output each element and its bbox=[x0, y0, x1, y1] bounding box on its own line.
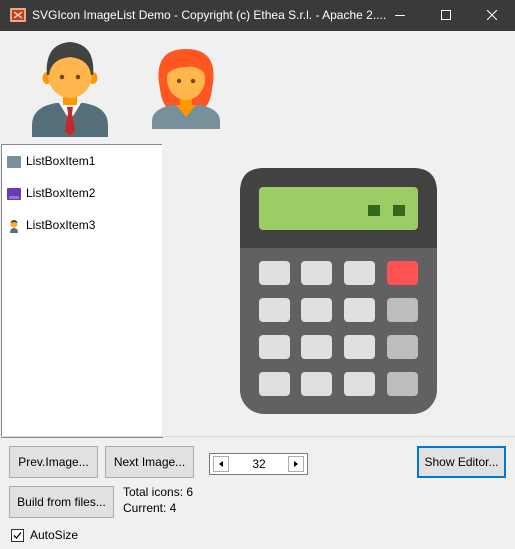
next-image-button[interactable]: Next Image... bbox=[105, 446, 194, 478]
spin-value[interactable]: 32 bbox=[232, 457, 286, 471]
build-from-files-button[interactable]: Build from files... bbox=[9, 486, 114, 518]
autosize-checkbox[interactable] bbox=[11, 529, 24, 542]
close-icon bbox=[487, 10, 497, 20]
maximize-icon bbox=[441, 10, 451, 20]
autosize-label[interactable]: AutoSize bbox=[30, 528, 78, 542]
minimize-icon bbox=[395, 15, 405, 16]
image-preview bbox=[162, 144, 515, 436]
list-item[interactable]: ListBoxItem3 bbox=[2, 214, 160, 238]
close-button[interactable] bbox=[469, 0, 515, 31]
top-icon-panel bbox=[0, 31, 515, 144]
size-spin-edit[interactable]: 32 bbox=[209, 453, 308, 475]
businessman-icon bbox=[32, 42, 108, 137]
purple-box-icon bbox=[7, 188, 21, 200]
spin-decrement-button[interactable] bbox=[213, 456, 229, 472]
checkmark-icon bbox=[13, 532, 22, 539]
list-item-label: ListBoxItem1 bbox=[26, 154, 96, 168]
total-icons-label: Total icons: 6 bbox=[123, 485, 194, 499]
title-bar[interactable]: SVGIcon ImageList Demo - Copyright (c) E… bbox=[0, 0, 515, 31]
gray-square-icon bbox=[7, 156, 21, 168]
arrow-left-icon bbox=[219, 461, 223, 467]
app-icon bbox=[10, 8, 26, 22]
prev-image-button[interactable]: Prev.Image... bbox=[9, 446, 98, 478]
list-item-label: ListBoxItem3 bbox=[26, 218, 96, 232]
arrow-right-icon bbox=[294, 461, 298, 467]
list-item[interactable]: ListBoxItem2 bbox=[2, 182, 160, 206]
businesswoman-icon bbox=[152, 49, 220, 129]
maximize-button[interactable] bbox=[423, 0, 469, 31]
listbox[interactable]: ListBoxItem1 ListBoxItem2 ListBoxItem3 bbox=[1, 144, 163, 438]
minimize-button[interactable] bbox=[377, 0, 423, 31]
list-item[interactable]: ListBoxItem1 bbox=[2, 150, 160, 174]
list-item-label: ListBoxItem2 bbox=[26, 186, 96, 200]
calculator-icon bbox=[240, 168, 437, 414]
show-editor-button[interactable]: Show Editor... bbox=[417, 446, 506, 478]
window-title: SVGIcon ImageList Demo - Copyright (c) E… bbox=[32, 8, 387, 22]
divider bbox=[0, 436, 515, 437]
spin-increment-button[interactable] bbox=[288, 456, 304, 472]
person-icon bbox=[10, 220, 18, 233]
current-index-label: Current: 4 bbox=[123, 501, 177, 515]
